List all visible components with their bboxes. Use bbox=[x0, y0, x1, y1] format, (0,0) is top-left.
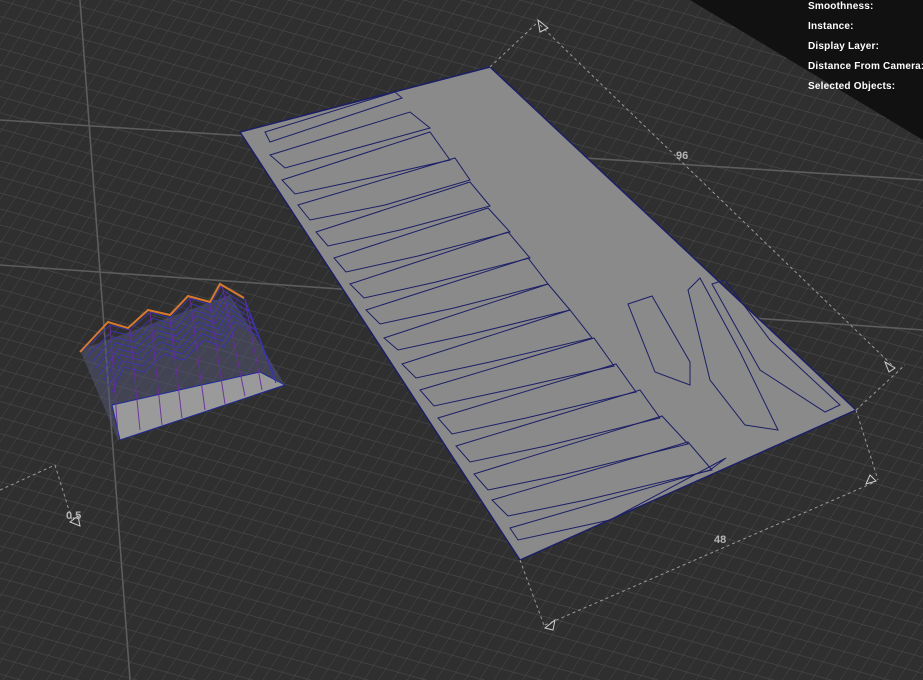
heads-up-display: Smoothness: Instance: Display Layer: Dis… bbox=[808, 0, 923, 97]
hud-smoothness: Smoothness: bbox=[808, 1, 874, 12]
hud-display-layer: Display Layer: bbox=[808, 41, 880, 52]
dimension-small-label: 0.5 bbox=[66, 510, 82, 522]
hud-distance-from-camera: Distance From Camera: bbox=[808, 61, 923, 72]
hud-selected-objects: Selected Objects: bbox=[808, 81, 896, 92]
viewport-scene[interactable] bbox=[0, 0, 923, 680]
hud-instance: Instance: bbox=[808, 21, 854, 32]
dimension-width-label: 48 bbox=[714, 534, 727, 546]
maya-3d-viewport[interactable]: 96 48 0.5 Smoothness: Instance: Display … bbox=[0, 0, 923, 680]
dimension-length-label: 96 bbox=[676, 150, 689, 162]
